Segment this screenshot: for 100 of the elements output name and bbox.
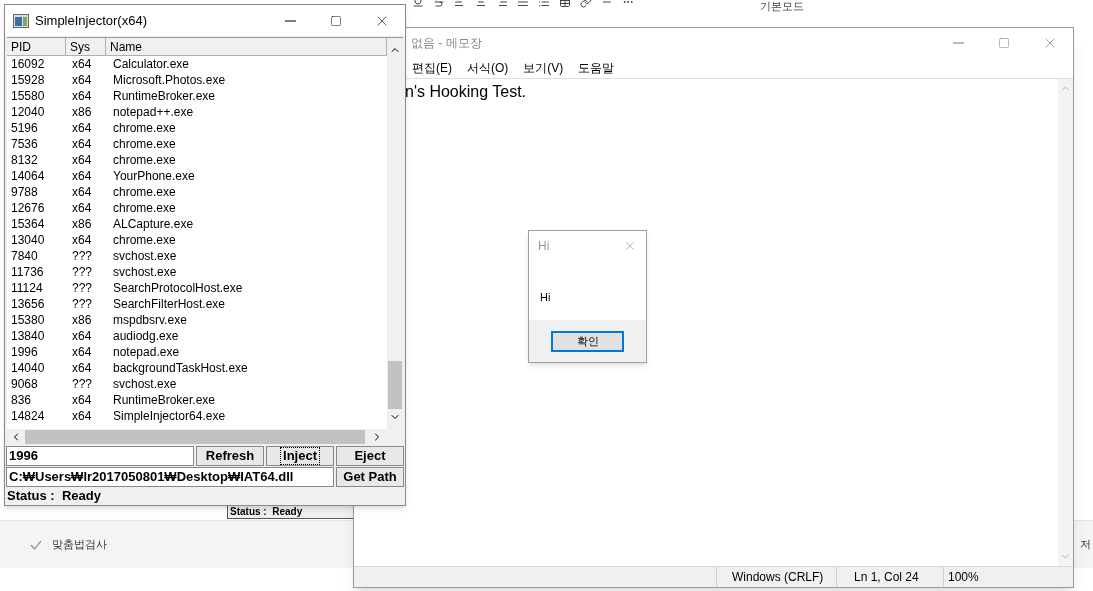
close-icon[interactable] [623, 239, 637, 253]
get-path-button[interactable]: Get Path [336, 467, 404, 487]
vertical-scrollbar[interactable] [387, 38, 403, 429]
pid-cell-text: 836 [10, 392, 33, 408]
sys-cell-text: ??? [71, 296, 94, 312]
sys-cell-text: x64 [71, 88, 93, 104]
pid-cell-text: 15364 [10, 216, 46, 232]
pid-cell-text: 14064 [10, 168, 46, 184]
sys-cell-text: x64 [71, 232, 93, 248]
pid-cell-text: 15580 [10, 88, 46, 104]
dialog-message: Hi [540, 291, 551, 303]
sys-cell-text: ??? [71, 376, 94, 392]
pid-cell-text: 15380 [10, 312, 46, 328]
name-cell-text: SearchFilterHost.exe [112, 296, 226, 312]
pid-cell-text: 13040 [10, 232, 46, 248]
sys-cell-text: ??? [71, 280, 94, 296]
pid-cell-text: 7840 [10, 248, 39, 264]
window-title: SimpleInjector(x64) [35, 11, 148, 30]
sys-cell-text: x64 [71, 136, 93, 152]
name-cell-text: backgroundTaskHost.exe [112, 360, 248, 376]
sys-cell-text: x64 [71, 344, 93, 360]
sys-cell-text: x86 [71, 312, 93, 328]
edge-text: 저 [1080, 537, 1091, 553]
menu-item[interactable]: 도움말 [578, 59, 615, 77]
action-button[interactable]: Inject [266, 446, 334, 466]
line-ending-text: Windows (CRLF) [716, 567, 836, 587]
name-cell-text: chrome.exe [112, 152, 176, 168]
name-cell-text: chrome.exe [112, 200, 176, 216]
sys-cell-text: x64 [71, 408, 93, 424]
minimize-icon [284, 19, 296, 22]
sys-cell-text: x86 [71, 216, 93, 232]
pid-cell-text: 12040 [10, 104, 46, 120]
sys-cell-text: x64 [71, 152, 93, 168]
name-cell-text: notepad.exe [112, 344, 180, 360]
pid-cell-text: 14040 [10, 360, 46, 376]
scrollbar-thumb[interactable] [388, 361, 402, 409]
action-button[interactable]: Refresh [196, 446, 264, 466]
name-cell-text: SearchProtocolHost.exe [112, 280, 243, 296]
dialog-title: Hi [538, 238, 550, 255]
sys-cell-text: ??? [71, 248, 94, 264]
pid-field[interactable]: 1996 [6, 446, 194, 466]
path-field[interactable]: C:₩Users₩lr2017050801₩Desktop₩IAT64.dll [6, 467, 334, 487]
sys-cell-text: ??? [71, 264, 94, 280]
pid-cell-text: 8132 [10, 152, 39, 168]
document-text: n's Hooking Test. [405, 83, 527, 100]
name-cell-text: audiodg.exe [112, 328, 179, 344]
mode-dropdown[interactable]: 기본모드 [760, 0, 804, 13]
pid-cell-text: 9068 [10, 376, 39, 392]
background-status-text: Status : Ready [229, 504, 303, 519]
cursor-position-text: Ln 1, Col 24 [836, 567, 943, 587]
minimize-icon [952, 42, 964, 44]
column-header[interactable]: PID [7, 38, 66, 56]
pid-cell-text: 7536 [10, 136, 39, 152]
pid-cell-text: 12676 [10, 200, 46, 216]
sys-cell-text: x64 [71, 200, 93, 216]
sys-cell-text: x64 [71, 392, 93, 408]
pid-cell-text: 13840 [10, 328, 46, 344]
pid-cell-text: 16092 [10, 56, 46, 72]
name-cell-text: svchost.exe [112, 264, 177, 280]
pid-cell-text: 11736 [10, 264, 45, 280]
name-cell-text: chrome.exe [112, 136, 176, 152]
sys-cell-text: x64 [71, 184, 93, 200]
name-cell-text: svchost.exe [112, 376, 177, 392]
app-window-icon [13, 13, 29, 28]
name-cell-text: YourPhone.exe [112, 168, 195, 184]
spellcheck-button[interactable]: 맞춤법검사 [52, 536, 107, 553]
window-title: 없음 - 메모장 [411, 35, 482, 52]
sys-cell-text: x86 [71, 104, 93, 120]
name-cell-text: chrome.exe [112, 120, 176, 136]
pid-cell-text: 14824 [10, 408, 46, 424]
pid-cell-text: 5196 [10, 120, 39, 136]
sys-cell-text: x64 [71, 120, 93, 136]
pid-cell-text: 13656 [10, 296, 46, 312]
name-cell-text: mspdbsrv.exe [112, 312, 187, 328]
sys-cell-text: x64 [71, 72, 93, 88]
name-cell-text: RuntimeBroker.exe [112, 392, 216, 408]
column-header[interactable]: Sys [66, 38, 106, 56]
spellcheck-icon[interactable] [30, 538, 42, 551]
sys-cell-text: x64 [71, 328, 93, 344]
menu-item[interactable]: 편집(E) [412, 59, 452, 77]
sys-cell-text: x64 [71, 168, 93, 184]
zoom-text: 100% [943, 567, 979, 587]
name-cell-text: Microsoft.Photos.exe [112, 72, 226, 88]
maximize-icon [998, 37, 1010, 49]
pid-cell-text: 11124 [10, 280, 44, 296]
ok-button[interactable]: 확인 [551, 330, 624, 352]
action-button[interactable]: Eject [336, 446, 404, 466]
status-text: Status : Ready [6, 487, 101, 506]
maximize-icon [330, 14, 342, 27]
column-header[interactable]: Name [106, 38, 387, 56]
name-cell-text: SimpleInjector64.exe [112, 408, 226, 424]
pid-cell-text: 15928 [10, 72, 46, 88]
menu-item[interactable]: 서식(O) [467, 59, 509, 77]
menu-item[interactable]: 보기(V) [523, 59, 564, 77]
name-cell-text: notepad++.exe [112, 104, 194, 120]
scrollbar-thumb[interactable] [25, 430, 365, 444]
name-cell-text: RuntimeBroker.exe [112, 88, 216, 104]
pid-cell-text: 9788 [10, 184, 39, 200]
sys-cell-text: x64 [71, 56, 93, 72]
sys-cell-text: x64 [71, 360, 93, 376]
